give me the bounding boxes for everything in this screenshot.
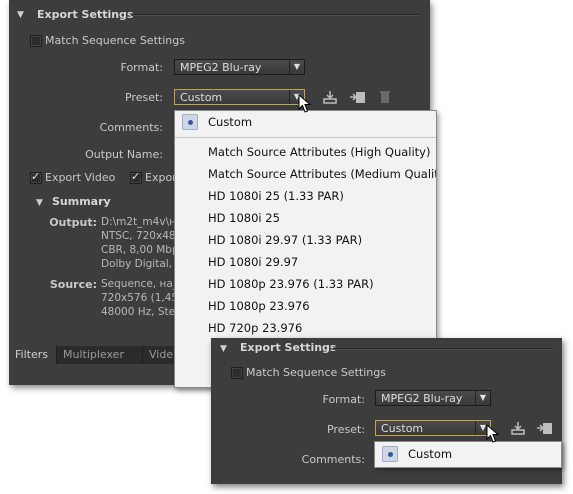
summary-line: CBR, 8,00 Mbp: [101, 244, 179, 256]
menu-item-label: HD 1080i 29.97 (1.33 PAR): [208, 233, 363, 247]
preset-value: Custom: [381, 422, 424, 435]
mouse-cursor-icon: [486, 423, 500, 444]
format-value: MPEG2 Blu-ray: [180, 61, 262, 74]
tab-multiplexer[interactable]: Multiplexer: [57, 346, 143, 364]
menu-divider: [175, 137, 436, 138]
menu-item-label: HD 720p 23.976: [208, 321, 303, 335]
tab-filters[interactable]: Filters: [9, 346, 57, 364]
mouse-cursor-icon: [298, 93, 312, 114]
format-dropdown[interactable]: MPEG2 Blu-ray ▼: [375, 390, 491, 406]
menu-item[interactable]: Match Source Attributes (Medium Quality): [175, 163, 436, 185]
match-sequence-checkbox[interactable]: [30, 35, 42, 47]
preset-dropdown[interactable]: Custom ▼: [375, 420, 491, 436]
selected-radio-icon: [382, 446, 398, 462]
comments-label: Comments:: [301, 453, 365, 466]
menu-item[interactable]: HD 720p 23.976: [175, 317, 436, 339]
menu-item[interactable]: HD 1080i 29.97 (1.33 PAR): [175, 229, 436, 251]
preset-value: Custom: [180, 91, 223, 104]
section-title: Export Settings: [37, 8, 134, 21]
menu-item[interactable]: Match Source Attributes (High Quality): [175, 141, 436, 163]
menu-item[interactable]: HD 1080p 23.976 (1.33 PAR): [175, 273, 436, 295]
menu-item-label: HD 1080p 23.976: [208, 299, 310, 313]
section-divider: [131, 14, 421, 16]
import-preset-icon[interactable]: [536, 420, 552, 436]
match-sequence-label: Match Sequence Settings: [45, 34, 185, 47]
save-preset-icon[interactable]: [322, 89, 338, 105]
chevron-down-icon: ▼: [475, 391, 490, 405]
save-preset-icon[interactable]: [510, 420, 526, 436]
summary-title: Summary: [52, 195, 111, 208]
menu-item-custom[interactable]: Custom: [375, 443, 561, 465]
section-divider: [333, 348, 553, 350]
import-preset-icon[interactable]: [349, 89, 365, 105]
menu-item-label: HD 1080i 29.97: [208, 255, 299, 269]
output-summary: D:\m2t_m4v\н NTSC, 720x480 CBR, 8,00 Mbp…: [101, 215, 182, 271]
section-title: Export Settings: [240, 341, 337, 354]
summary-triangle-icon[interactable]: ▼: [36, 198, 43, 208]
menu-item[interactable]: HD 1080i 29.97: [175, 251, 436, 273]
collapse-triangle-icon[interactable]: ▼: [17, 10, 24, 20]
preset-dropdown-menu-small: Custom: [374, 441, 562, 468]
summary-line: NTSC, 720x480: [101, 230, 183, 242]
format-label: Format:: [322, 393, 365, 406]
format-label: Format:: [120, 61, 163, 74]
source-summary: Sequence, на_ 720x576 (1,458 48000 Hz, S…: [101, 277, 185, 319]
match-sequence-checkbox[interactable]: [231, 367, 243, 379]
summary-line: D:\m2t_m4v\н: [101, 216, 176, 228]
preset-dropdown[interactable]: Custom ▼: [174, 89, 305, 105]
match-sequence-label: Match Sequence Settings: [246, 366, 386, 379]
menu-item-label: Custom: [208, 115, 253, 129]
delete-preset-icon[interactable]: [377, 89, 393, 105]
summary-line: 720x576 (1,458: [101, 292, 185, 304]
output-summary-label: Output:: [49, 216, 97, 229]
menu-item[interactable]: HD 1080i 25 (1.33 PAR): [175, 185, 436, 207]
menu-item-label: Custom: [408, 447, 453, 461]
menu-item-label: Match Source Attributes (High Quality): [208, 145, 431, 159]
preset-label: Preset:: [326, 423, 365, 436]
summary-line: Dolby Digital,: [101, 258, 173, 270]
menu-item-label: HD 1080i 25 (1.33 PAR): [208, 189, 344, 203]
output-name-label: Output Name:: [85, 148, 163, 161]
selected-radio-icon: [182, 114, 198, 130]
menu-item-custom[interactable]: Custom: [175, 111, 436, 133]
summary-line: 48000 Hz, Ster: [101, 306, 180, 318]
summary-line: Sequence, на_: [101, 278, 179, 290]
menu-item-label: HD 1080i 25: [208, 211, 280, 225]
export-audio-checkbox[interactable]: [130, 170, 142, 184]
comments-label: Comments:: [99, 121, 163, 134]
chevron-down-icon: ▼: [289, 60, 304, 74]
export-audio-label: Expor: [145, 171, 177, 184]
format-value: MPEG2 Blu-ray: [381, 392, 463, 405]
menu-item-label: Match Source Attributes (Medium Quality): [208, 167, 437, 181]
collapse-triangle-icon[interactable]: ▼: [220, 344, 227, 354]
menu-item-label: HD 1080p 23.976 (1.33 PAR): [208, 277, 374, 291]
preset-label: Preset:: [124, 91, 163, 104]
format-dropdown[interactable]: MPEG2 Blu-ray ▼: [174, 59, 305, 75]
menu-item[interactable]: HD 1080p 23.976: [175, 295, 436, 317]
export-video-label: Export Video: [45, 171, 116, 184]
export-video-checkbox[interactable]: [30, 170, 42, 184]
menu-item[interactable]: HD 1080i 25: [175, 207, 436, 229]
source-summary-label: Source:: [49, 278, 97, 291]
